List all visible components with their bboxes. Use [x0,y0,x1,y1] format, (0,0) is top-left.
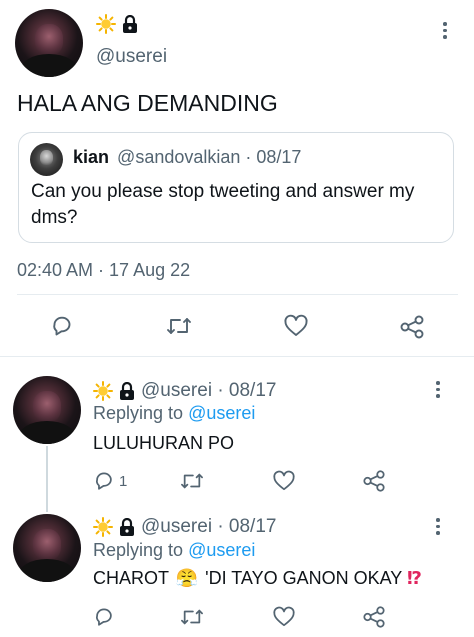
sun-emoji-icon [93,517,113,537]
quote-header: kian @sandovalkian · 08/17 [73,147,301,168]
retweet-icon[interactable] [180,470,204,492]
quote-text-line2: dms? [31,207,78,228]
divider [0,356,474,357]
avatar[interactable] [13,376,81,444]
reply-text-start: CHAROT [93,568,169,588]
replying-to-link[interactable]: @userei [188,403,255,423]
reply-handle-date[interactable]: @userei · 08/17 [141,516,276,538]
reply-icon[interactable]: 1 [93,470,127,492]
quote-text-line1: Can you please stop tweeting and answer … [31,181,415,202]
tweet-text: HALA ANG DEMANDING [17,90,278,116]
replying-to-label: Replying to [93,540,184,560]
sun-emoji-icon [93,381,113,401]
reply-header: @userei · 08/17 [93,516,276,538]
tweet-timestamp: 02:40 AM · 17 Aug 22 [17,260,191,280]
replying-to-label: Replying to [93,403,184,423]
thread-line [46,446,48,512]
replying-to: Replying to @userei [93,403,255,424]
divider [17,294,458,295]
reply-count: 1 [119,472,128,490]
reply-text-end: 'DI TAYO GANON OKAY [205,568,402,588]
share-icon[interactable] [362,605,386,629]
retweet-icon[interactable] [166,314,192,338]
more-options-icon[interactable] [443,22,447,39]
name-icons [96,14,138,34]
interrobang-emoji-icon: ⁉ [406,568,422,588]
huff-emoji-icon: 😤 [175,568,199,588]
avatar[interactable] [13,514,81,582]
quote-author-name: kian [73,147,110,167]
reply-text: LULUHURAN PO [93,433,235,453]
main-handle[interactable]: @userei [96,46,167,68]
lock-icon [119,381,135,401]
more-options-icon[interactable] [436,518,440,535]
reply-handle-date[interactable]: @userei · 08/17 [141,380,276,402]
replying-to-link[interactable]: @userei [188,540,255,560]
replying-to: Replying to @userei [93,540,255,561]
lock-icon [122,14,138,34]
sun-emoji-icon [96,14,116,34]
quote-handle-date: @sandovalkian · 08/17 [117,147,302,167]
more-options-icon[interactable] [436,381,440,398]
share-icon[interactable] [362,469,386,493]
lock-icon [119,517,135,537]
like-icon[interactable] [283,314,309,338]
reply-header: @userei · 08/17 [93,380,276,402]
quote-avatar [30,143,63,176]
share-icon[interactable] [399,314,425,340]
reply-icon[interactable] [93,606,115,628]
retweet-icon[interactable] [180,606,204,628]
like-icon[interactable] [272,470,296,492]
reply-icon[interactable] [50,314,74,338]
reply-text: CHAROT 😤 'DI TAYO GANON OKAY ⁉ [93,568,422,589]
avatar[interactable] [15,9,83,77]
like-icon[interactable] [272,606,296,628]
